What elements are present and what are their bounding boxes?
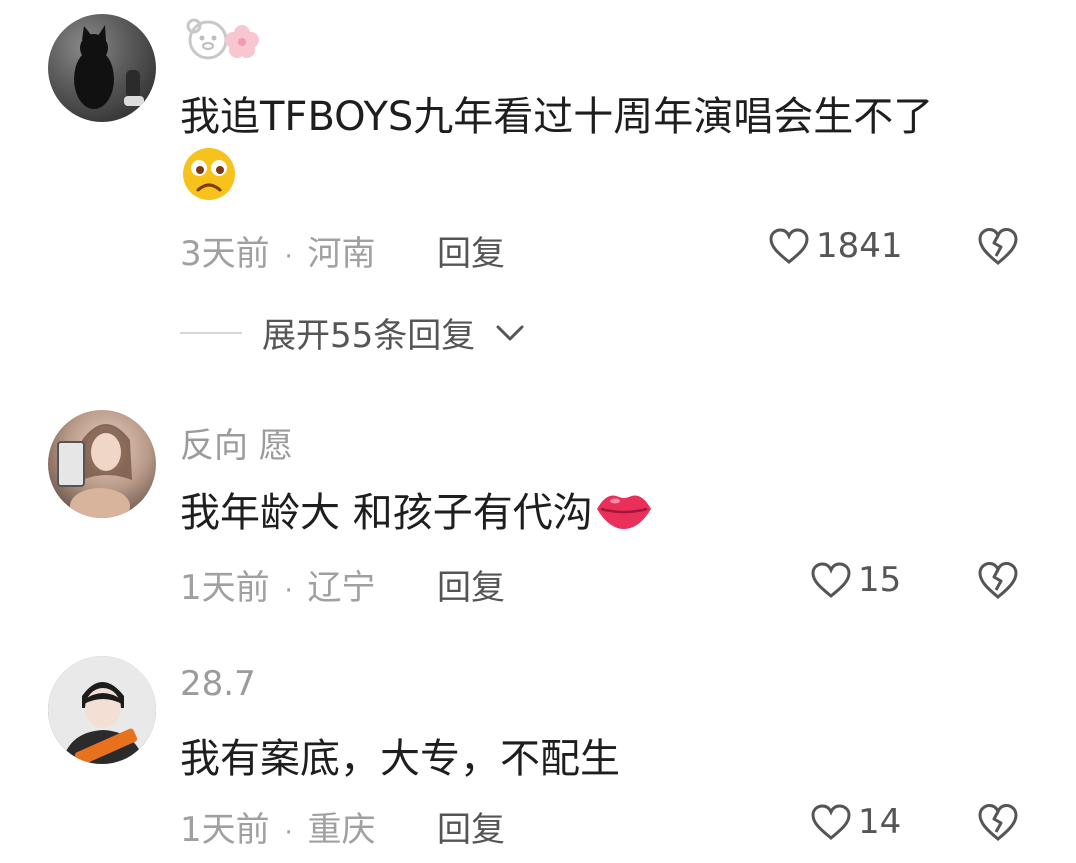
reply-button[interactable]: 回复 (437, 560, 505, 609)
comment-time: 1天前 (180, 568, 270, 608)
like-button[interactable]: 1841 (768, 226, 903, 266)
username-emoji-badge (180, 14, 270, 68)
reply-button[interactable]: 回复 (437, 802, 505, 851)
meta-separator: · (284, 242, 293, 272)
like-button[interactable]: 15 (810, 560, 901, 600)
meta-separator: · (284, 576, 293, 606)
username[interactable]: 28.7 (180, 664, 256, 704)
divider (180, 331, 242, 334)
username[interactable]: 反向 愿 (180, 418, 293, 467)
young-man-avatar-icon (48, 656, 156, 764)
like-button[interactable]: 14 (810, 802, 901, 842)
comment-meta: 1天前 · 辽宁 (180, 560, 376, 609)
like-count: 15 (858, 560, 902, 600)
chevron-down-icon (496, 325, 524, 340)
woman-portrait-avatar-icon (57, 424, 132, 518)
broken-heart-icon (978, 561, 1018, 599)
heart-outline-icon (811, 562, 851, 598)
sad-face-emoji (180, 146, 238, 206)
heart-outline-icon (769, 228, 809, 264)
comment-location: 重庆 (307, 810, 376, 850)
bear-face-emoji (186, 18, 259, 60)
avatar[interactable] (48, 410, 156, 518)
dislike-button[interactable] (976, 226, 1020, 270)
comment-text: 我追TFBOYS九年看过十周年演唱会生不了 (180, 94, 934, 140)
like-count: 14 (858, 802, 902, 842)
meta-separator: · (284, 818, 293, 848)
dislike-button[interactable] (976, 802, 1020, 846)
comment-text-body: 我年龄大 和孩子有代沟 (180, 490, 593, 536)
heart-outline-icon (811, 804, 851, 840)
expand-replies[interactable]: 展开55条回复 (180, 308, 525, 357)
comment-location: 河南 (307, 234, 376, 274)
comment-text: 我有案底，大专，不配生 (180, 736, 620, 782)
dislike-button[interactable] (976, 560, 1020, 604)
avatar[interactable] (48, 656, 156, 764)
lips-emoji (593, 487, 655, 543)
reply-button[interactable]: 回复 (437, 226, 505, 275)
comment-text: 我年龄大 和孩子有代沟 (180, 480, 655, 543)
broken-heart-icon (978, 803, 1018, 841)
expand-replies-label: 展开55条回复 (262, 316, 476, 356)
like-count: 1841 (816, 226, 903, 266)
comment-location: 辽宁 (307, 568, 376, 608)
comment-time: 3天前 (180, 234, 270, 274)
black-cat-avatar-icon (74, 25, 144, 109)
broken-heart-icon (978, 227, 1018, 265)
comment-meta: 1天前 · 重庆 (180, 802, 376, 851)
avatar[interactable] (48, 14, 156, 122)
comment-meta: 3天前 · 河南 (180, 226, 376, 275)
comment-time: 1天前 (180, 810, 270, 850)
